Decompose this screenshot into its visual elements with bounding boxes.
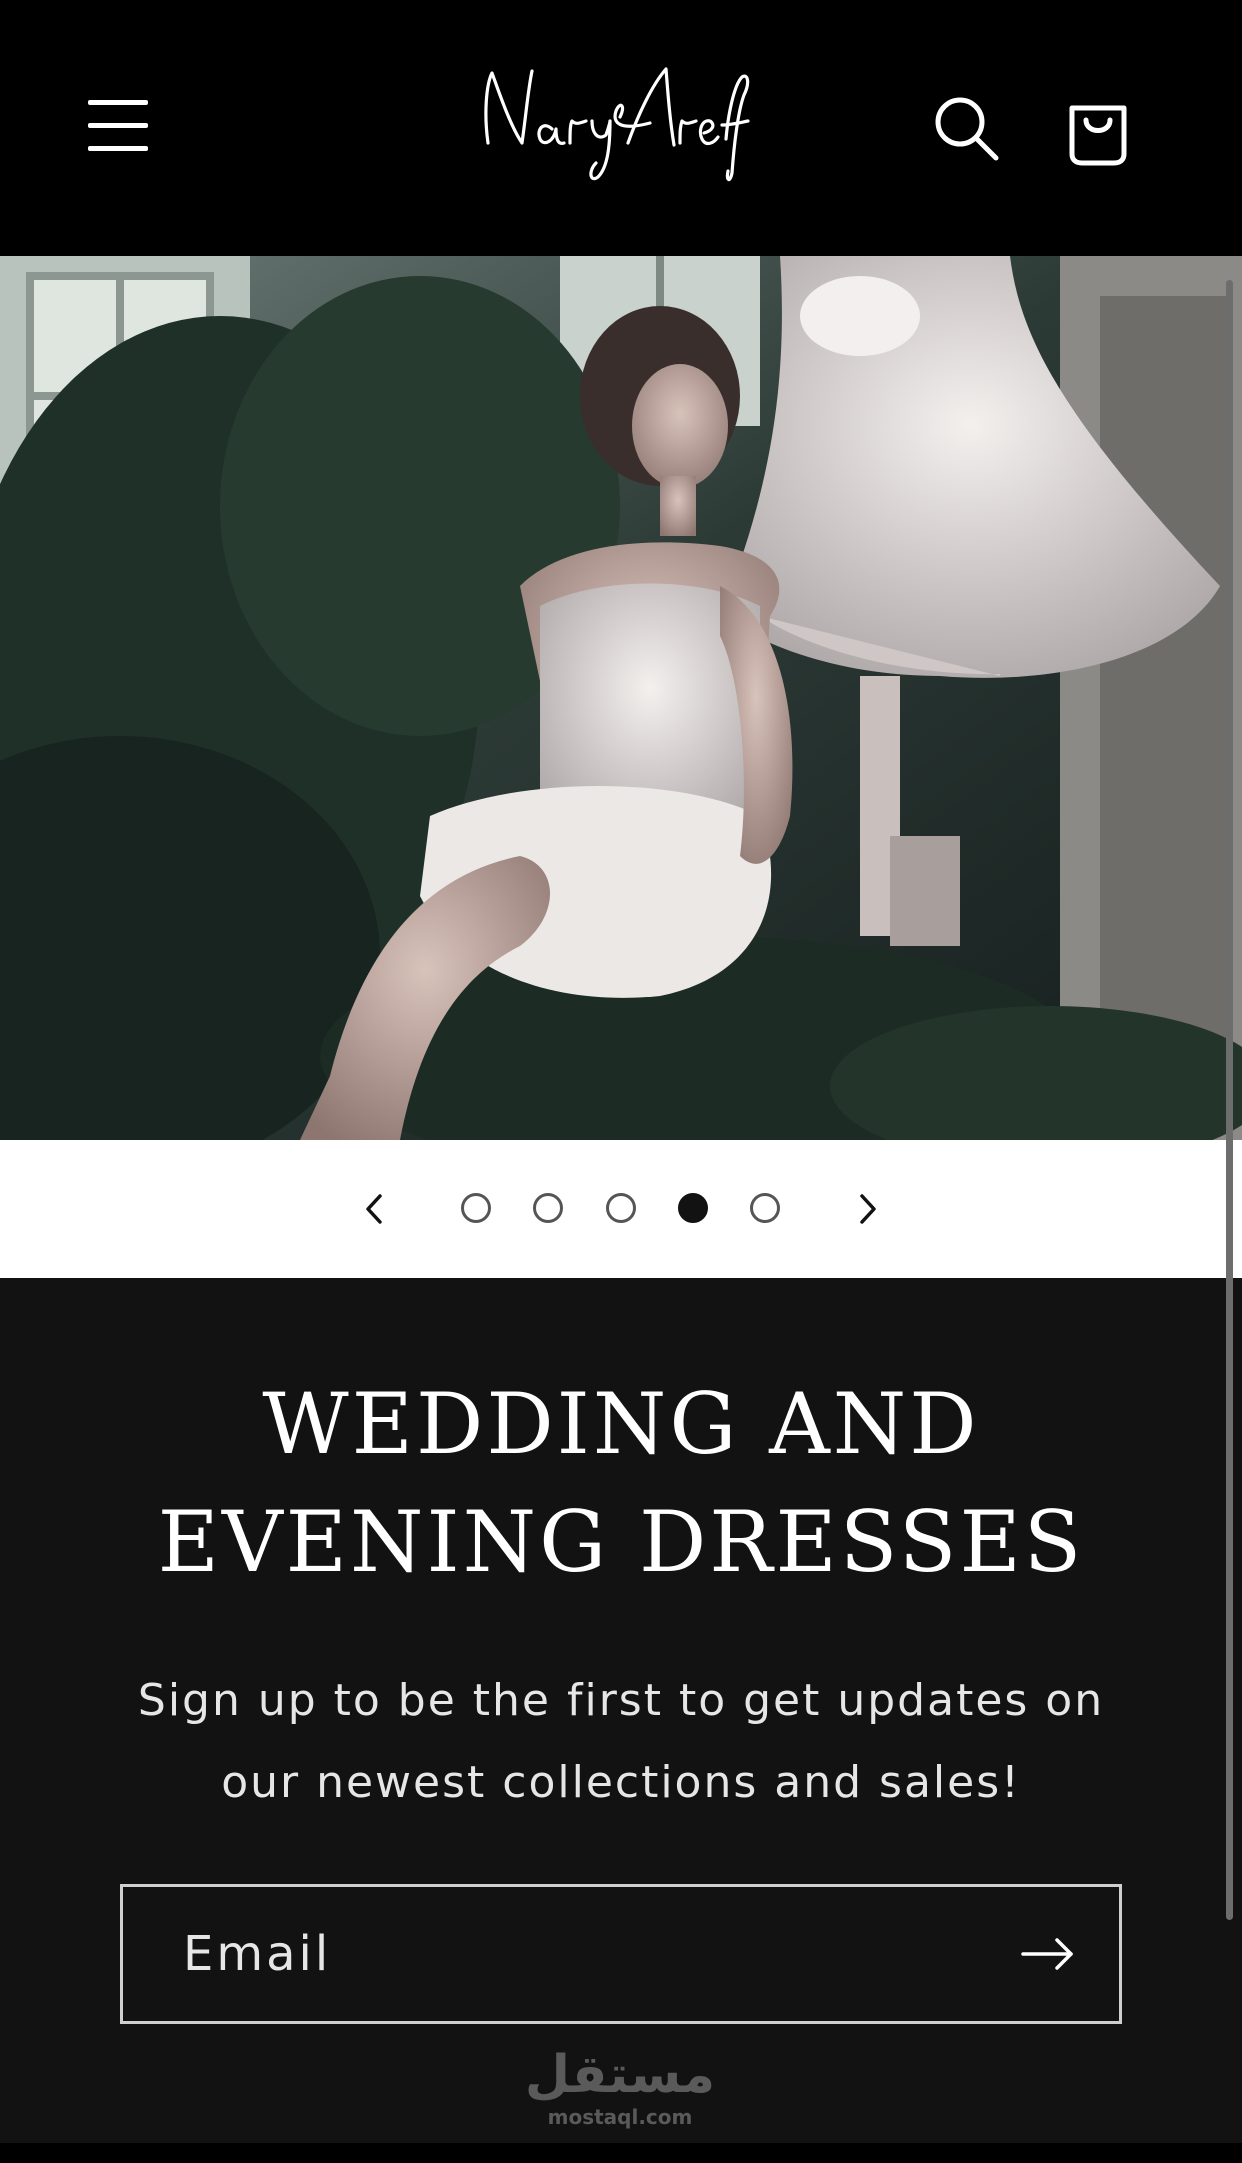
chevron-left-icon[interactable] (350, 1184, 400, 1234)
slide-dot-2[interactable] (533, 1193, 563, 1223)
slide-dot-4-active[interactable] (678, 1193, 708, 1223)
newsletter-subtext: Sign up to be the first to get updates o… (110, 1660, 1132, 1824)
bottom-bar (0, 2143, 1242, 2163)
headline-line-2: EVENING DRESSES (157, 1493, 1085, 1591)
subtext-line-2: our newest collections and sales! (221, 1757, 1021, 1808)
headline-line-1: WEDDING AND (262, 1375, 980, 1473)
email-input[interactable] (183, 1887, 943, 2021)
chevron-right-icon[interactable] (842, 1184, 892, 1234)
watermark-latin: mostaql.com (547, 2105, 693, 2129)
newsletter-headline: WEDDING AND EVENING DRESSES (0, 1365, 1242, 1601)
slide-dot-1[interactable] (461, 1193, 491, 1223)
page-scrollbar[interactable] (1226, 280, 1233, 1920)
logo-script-icon (484, 67, 750, 182)
brand-logo[interactable] (470, 55, 770, 195)
hamburger-menu-icon[interactable] (88, 96, 152, 156)
search-icon[interactable] (930, 92, 1002, 164)
watermark: مستقل mostaql.com (520, 2045, 720, 2145)
subtext-line-1: Sign up to be the first to get updates o… (137, 1675, 1105, 1726)
slide-dot-5[interactable] (750, 1193, 780, 1223)
hero-slide-image (0, 256, 1242, 1140)
arrow-right-icon[interactable] (1013, 1923, 1083, 1985)
site-header (0, 0, 1242, 256)
email-form (120, 1884, 1122, 2024)
watermark-arabic: مستقل (524, 2045, 716, 2105)
slide-dot-3[interactable] (606, 1193, 636, 1223)
shopping-bag-icon[interactable] (1064, 90, 1132, 166)
hero-photo (0, 256, 1242, 1140)
